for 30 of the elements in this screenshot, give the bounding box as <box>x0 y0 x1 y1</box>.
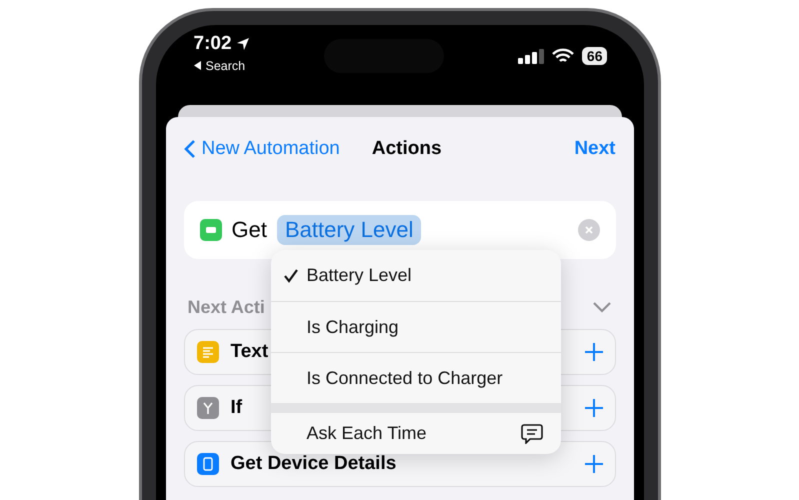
speech-bubble-icon <box>520 424 542 444</box>
battery-icon <box>200 219 222 241</box>
back-button[interactable]: New Automation <box>184 138 340 160</box>
action-name: Get Device Details <box>230 453 396 475</box>
action-verb: Get <box>232 217 267 243</box>
phone-icon <box>202 457 212 471</box>
action-name: If <box>230 397 242 419</box>
wifi-icon <box>552 48 574 64</box>
menu-item[interactable]: Ask Each Time <box>270 403 560 454</box>
menu-item[interactable]: Battery Level <box>270 250 560 301</box>
next-button[interactable]: Next <box>574 138 616 160</box>
signal-icon <box>518 48 544 64</box>
location-arrow-icon <box>236 37 250 51</box>
menu-item[interactable]: Is Charging <box>270 301 560 352</box>
section-heading: Next Acti <box>188 296 265 318</box>
branch-icon <box>202 402 214 414</box>
plus-icon[interactable] <box>584 399 602 417</box>
chevron-left-icon <box>184 139 196 159</box>
chevron-down-icon[interactable] <box>592 301 612 313</box>
text-lines-icon <box>202 346 214 358</box>
status-time: 7:02 <box>194 33 250 55</box>
back-triangle-icon <box>194 61 202 70</box>
battery-indicator: 66 <box>582 47 608 65</box>
checkmark-icon <box>282 268 298 284</box>
action-name: Text <box>230 341 268 363</box>
plus-icon[interactable] <box>584 455 602 473</box>
plus-icon[interactable] <box>584 343 602 361</box>
menu-item[interactable]: Is Connected to Charger <box>270 352 560 403</box>
back-to-app-link[interactable]: Search <box>194 59 250 73</box>
nav-title: Actions <box>372 138 442 160</box>
